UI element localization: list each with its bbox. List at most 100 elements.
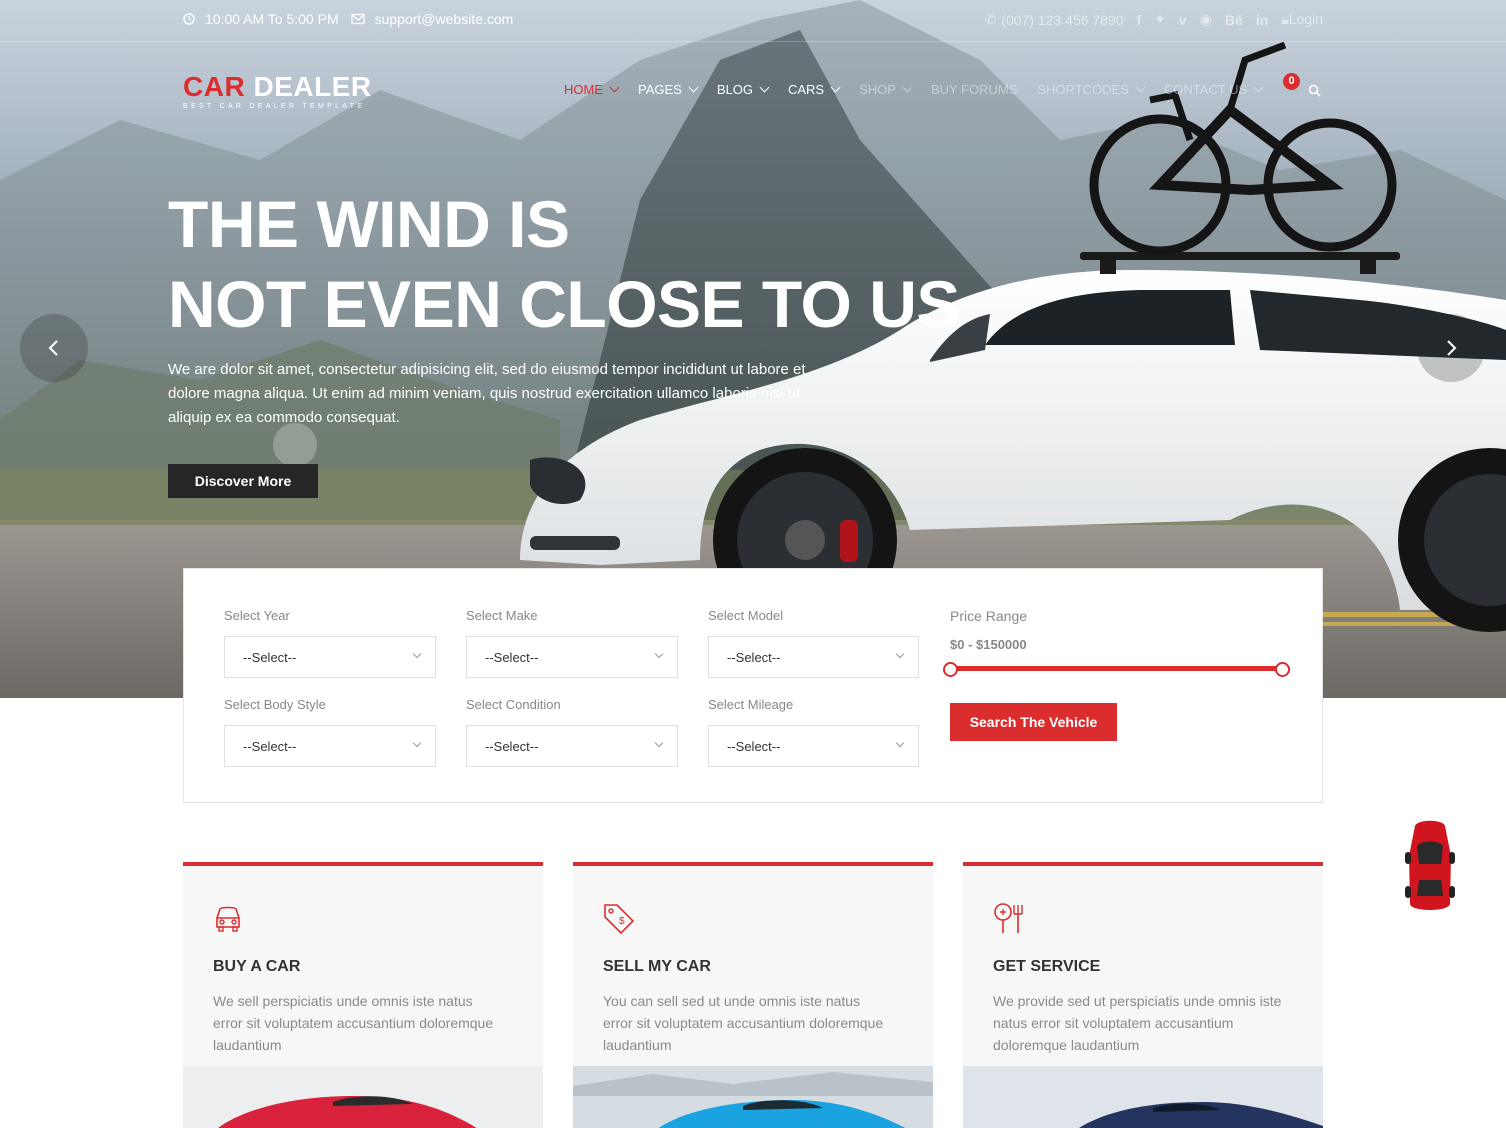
select-value: --Select-- [243,739,297,754]
top-bar-right: ✆ (007) 123 456 7890 f ✦ v ◉ Bē in 🔒︎Log… [985,11,1323,28]
field-label: Select Mileage [708,697,794,712]
logo-text-car: CAR [183,71,246,102]
search-icon[interactable] [1308,84,1321,97]
linkedin-icon[interactable]: in [1256,12,1268,28]
phone-number[interactable]: (007) 123 456 7890 [1001,12,1123,28]
nav-item-pages[interactable]: PAGES [638,82,699,97]
service-tools-icon [994,903,1023,933]
make-field: Select Make [466,608,538,623]
chevron-down-icon [688,82,699,93]
nav-item-forums[interactable]: BUY FORUMS [931,82,1017,97]
pinterest-icon[interactable]: ◉ [1200,11,1212,28]
field-label: Select Make [466,608,538,623]
envelope-icon [350,13,365,25]
nav-item-blog[interactable]: BLOG [716,82,770,97]
body-style-select[interactable]: --Select-- [224,725,436,767]
search-vehicle-button[interactable]: Search The Vehicle [950,703,1117,741]
field-label: Select Condition [466,697,561,712]
field-label: Select Model [708,608,784,623]
phone-icon: ✆ [984,11,997,27]
mileage-select[interactable]: --Select-- [708,725,919,767]
select-value: --Select-- [727,739,781,754]
nav-item-shop[interactable]: SHOP [859,82,913,97]
body-style-field: Select Body Style [224,697,326,712]
service-description: You can sell sed ut unde omnis iste natu… [603,993,884,1053]
service-title: BUY A CAR [213,958,301,975]
twitter-icon[interactable]: ✦ [1154,11,1166,28]
facebook-icon[interactable]: f [1137,12,1142,28]
chevron-down-icon [895,738,905,748]
vimeo-icon[interactable]: v [1179,12,1187,28]
opening-hours: 10:00 AM To 5:00 PM [205,11,339,27]
model-field: Select Model [708,608,783,623]
year-select[interactable]: --Select-- [224,636,436,678]
behance-icon[interactable]: Bē [1225,12,1243,28]
chevron-down-icon [654,649,664,659]
page: 10:00 AM To 5:00 PM support@website.com … [0,0,1506,1128]
login-link[interactable]: 🔒︎Login [1281,11,1323,28]
hero-title-line2: NOT EVEN CLOSE TO US [168,267,960,341]
condition-field: Select Condition [466,697,561,712]
discover-more-button[interactable]: Discover More [168,464,318,498]
make-select[interactable]: --Select-- [466,636,678,678]
price-range-min-handle[interactable] [943,662,958,677]
chevron-down-icon [902,82,913,93]
price-tag-icon: $ [604,904,635,935]
service-title: SELL MY CAR [603,958,711,975]
nav-item-home[interactable]: HOME [564,82,620,97]
nav-label: BLOG [716,82,753,97]
car-icon [216,906,240,932]
blue-sports-car-image [573,1066,933,1128]
price-range-value: $0 - $150000 [950,637,1027,652]
login-label: Login [1288,11,1323,27]
hero-description: We are dolor sit amet, consectetur adipi… [168,361,806,426]
support-email-link[interactable]: support@website.com [375,11,514,27]
logo-tagline: BEST CAR DEALER TEMPLATE [183,103,366,110]
model-select[interactable]: --Select-- [708,636,919,678]
vehicle-search-panel: Select Year --Select-- Select Make --Sel… [183,568,1323,803]
select-value: --Select-- [485,739,539,754]
nav-item-shortcodes[interactable]: SHORTCODES [1037,82,1146,97]
condition-select[interactable]: --Select-- [466,725,678,767]
red-sports-car-image [183,1066,543,1128]
slider-prev-button[interactable] [20,314,88,382]
slider-next-button[interactable] [1417,314,1485,382]
service-card-service: GET SERVICE We provide sed ut perspiciat… [963,862,1323,1128]
logo-text-dealer: DEALER [253,71,372,102]
chevron-down-icon [412,738,422,748]
hero-title-line1: THE WIND IS [168,187,570,261]
nav-item-cars[interactable]: CARS [788,82,841,97]
chevron-down-icon [654,738,664,748]
chevron-left-icon [48,340,58,356]
back-to-top-car-icon[interactable] [1405,816,1455,914]
select-value: --Select-- [485,650,539,665]
top-bar: 10:00 AM To 5:00 PM support@website.com … [0,0,1506,42]
nav-label: PAGES [638,82,682,97]
cart-count-badge[interactable]: 0 [1283,73,1300,90]
hero-title: THE WIND IS NOT EVEN CLOSE TO US [168,184,960,344]
service-description: We sell perspiciatis unde omnis iste nat… [213,993,494,1053]
year-field: Select Year [224,608,290,623]
chevron-down-icon [412,649,422,659]
price-range-max-handle[interactable] [1275,662,1290,677]
nav-label: SHOP [859,82,896,97]
price-range-track[interactable] [950,666,1290,671]
price-range-label: Price Range [950,608,1028,624]
nav-label: BUY FORUMS [930,82,1018,97]
field-label: Select Year [224,608,290,623]
site-logo[interactable]: CAR DEALER BEST CAR DEALER TEMPLATE [183,71,372,111]
clock-icon [183,13,195,25]
chevron-right-icon [1447,340,1457,356]
navy-sports-car-image [963,1066,1323,1128]
chevron-down-icon [609,82,620,93]
field-label: Select Body Style [224,697,326,712]
main-nav: HOME PAGES BLOG CARS SHOP BUY FORUMS SHO… [564,82,1282,97]
service-description: We provide sed ut perspiciatis unde omni… [993,993,1282,1053]
svg-text:$: $ [619,916,625,927]
nav-label: HOME [564,82,603,97]
chevron-down-icon [1253,82,1264,93]
chevron-down-icon [830,82,841,93]
nav-label: CONTACT US [1163,82,1248,97]
top-bar-contact: 10:00 AM To 5:00 PM support@website.com [183,11,513,27]
nav-item-contact[interactable]: CONTACT US [1163,82,1264,97]
